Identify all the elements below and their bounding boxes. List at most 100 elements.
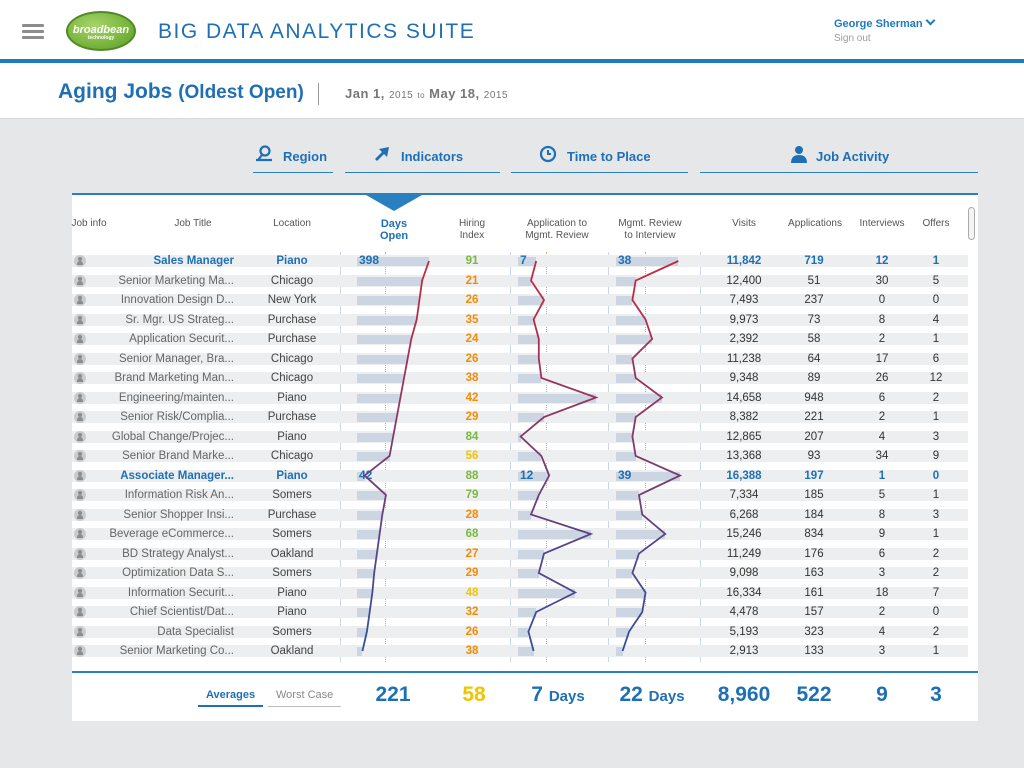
visits-count: 16,334 xyxy=(726,586,762,599)
offers-count: 2 xyxy=(932,567,940,579)
col-location[interactable]: Location xyxy=(262,218,322,230)
job-title: Chief Scientist/Dat... xyxy=(129,606,234,618)
tab-job-activity[interactable]: Job Activity xyxy=(700,143,978,173)
hiring-index: 38 xyxy=(465,645,479,657)
hiring-index: 35 xyxy=(465,313,479,326)
job-title: Senior Risk/Complia... xyxy=(120,411,234,423)
review-interview-bar xyxy=(616,608,643,617)
days-open-bar xyxy=(357,296,420,305)
tab-worst-case[interactable]: Worst Case xyxy=(268,689,342,707)
applications-count: 207 xyxy=(804,430,824,443)
col-interviews[interactable]: Interviews xyxy=(852,218,912,230)
app-review-bar xyxy=(518,393,596,403)
job-location: Purchase xyxy=(267,508,317,521)
tab-time-to-place-label: Time to Place xyxy=(567,149,651,164)
job-location: Purchase xyxy=(267,333,317,345)
applications-count: 64 xyxy=(807,352,821,365)
review-interview-bar xyxy=(616,588,646,598)
user-name: George Sherman xyxy=(834,18,923,30)
col-job-info: Job info xyxy=(71,218,107,229)
app-review-bar xyxy=(518,491,539,500)
col-visits[interactable]: Visits xyxy=(718,218,770,230)
applications-count: 323 xyxy=(804,625,824,638)
interviews-count: 18 xyxy=(875,586,889,599)
app-review-bar xyxy=(518,296,544,305)
table-scrollbar[interactable] xyxy=(968,207,975,240)
tab-time-to-place[interactable]: Time to Place xyxy=(511,143,688,173)
hiring-index: 26 xyxy=(465,294,479,306)
app-review-bar xyxy=(518,354,539,364)
menu-icon[interactable] xyxy=(22,24,44,40)
tab-averages[interactable]: Averages xyxy=(198,689,264,707)
applications-count: 948 xyxy=(804,391,824,404)
app-review-bar xyxy=(518,413,544,422)
interviews-count: 6 xyxy=(878,547,886,560)
col-offers[interactable]: Offers xyxy=(914,218,958,230)
review-interview-bar xyxy=(616,530,666,539)
interviews-count: 4 xyxy=(878,430,886,443)
days-open-bar xyxy=(357,413,397,422)
page-header: Aging Jobs (Oldest Open) Jan 1, 2015 to … xyxy=(0,63,1024,119)
applications-count: 221 xyxy=(804,411,824,423)
col-job-title[interactable]: Job Title xyxy=(160,218,226,230)
hiring-index: 21 xyxy=(465,274,479,287)
app-review-value: 7 xyxy=(520,253,527,267)
applications-count: 161 xyxy=(804,586,824,599)
hiring-index: 28 xyxy=(465,508,479,521)
offers-count: 4 xyxy=(932,313,940,326)
interviews-count: 4 xyxy=(878,625,886,638)
sign-out-link[interactable]: Sign out xyxy=(834,33,871,44)
offers-count: 1 xyxy=(932,333,940,345)
hiring-index: 79 xyxy=(465,489,479,501)
col-review-to-interview[interactable]: Mgmt. Review to Interview xyxy=(604,218,696,242)
job-location: Chicago xyxy=(270,352,314,365)
job-title: Global Change/Projec... xyxy=(111,430,234,443)
app-review-bar xyxy=(518,510,531,520)
review-interview-bar xyxy=(616,315,646,325)
offers-count: 6 xyxy=(932,352,940,365)
visits-count: 13,368 xyxy=(726,450,762,462)
tab-indicators[interactable]: Indicators xyxy=(345,143,500,173)
review-interview-bar xyxy=(616,549,639,559)
offers-count: 1 xyxy=(932,489,940,501)
days-open-bar xyxy=(357,452,390,461)
job-location: Oakland xyxy=(270,547,314,560)
col-hiring-index[interactable]: Hiring Index xyxy=(447,218,497,242)
review-interview-bar xyxy=(616,627,630,637)
tab-region[interactable]: Region xyxy=(253,143,333,173)
hiring-index: 84 xyxy=(465,430,479,443)
job-location: Piano xyxy=(277,606,307,618)
visits-count: 9,973 xyxy=(729,313,759,326)
interviews-count: 17 xyxy=(875,352,889,365)
visits-count: 16,388 xyxy=(726,469,762,482)
col-days-open[interactable]: Days Open xyxy=(366,218,422,242)
interviews-count: 12 xyxy=(875,255,889,267)
visits-count: 12,400 xyxy=(726,274,762,287)
days-open-bar xyxy=(357,354,408,364)
applications-count: 93 xyxy=(807,450,821,462)
app-title: BIG DATA ANALYTICS SUITE xyxy=(158,20,476,43)
job-location: Somers xyxy=(272,567,312,579)
offers-count: 9 xyxy=(932,450,940,462)
job-title: Innovation Design D... xyxy=(120,294,234,306)
user-menu[interactable]: George Sherman xyxy=(834,15,936,30)
date-range[interactable]: Jan 1, 2015 to May 18, 2015 xyxy=(345,86,508,101)
days-open-bar xyxy=(357,374,405,383)
applications-count: 157 xyxy=(804,606,824,618)
chevron-down-icon xyxy=(925,15,936,26)
map-pin-icon xyxy=(256,145,272,162)
person-icon xyxy=(791,146,807,163)
brand-logo: broadbean technology xyxy=(66,11,136,51)
app-review-bar xyxy=(518,647,534,656)
offers-count: 1 xyxy=(932,255,940,267)
col-app-to-review[interactable]: Application to Mgmt. Review xyxy=(510,218,604,242)
applications-count: 176 xyxy=(804,547,824,560)
job-location: Piano xyxy=(277,430,307,443)
hiring-index: 24 xyxy=(465,333,479,345)
app-review-bar xyxy=(518,335,539,344)
page-title: Aging Jobs (Oldest Open) xyxy=(58,80,304,103)
days-open-bar xyxy=(357,588,373,598)
app-review-value: 12 xyxy=(520,467,534,482)
interviews-count: 3 xyxy=(878,567,886,579)
col-applications[interactable]: Applications xyxy=(780,218,850,230)
